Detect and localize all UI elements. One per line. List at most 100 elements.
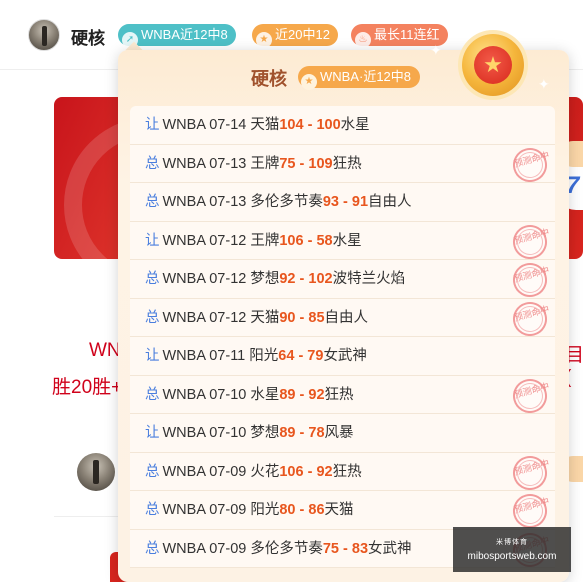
hit-stamp-icon: 预测命中	[509, 491, 551, 529]
home-team: 天猫	[250, 117, 280, 133]
hit-stamp-icon: 预测命中	[509, 452, 551, 491]
bet-type: 让	[145, 117, 160, 133]
popup-tag: ★ WNBA·近12中8	[298, 66, 421, 90]
sparkle-icon: ✦	[430, 42, 442, 58]
medal-icon: ★	[462, 34, 524, 96]
tag-label: 近20中12	[275, 27, 330, 42]
list-item[interactable]: 让 WNBA 07-11 阳光64 - 79女武神	[130, 337, 555, 376]
bet-type: 总	[145, 540, 160, 557]
list-item[interactable]: 让 WNBA 07-10 梦想89 - 78风暴	[130, 414, 555, 453]
home-team: 王牌	[250, 155, 280, 172]
home-team: 梦想	[250, 271, 280, 287]
tag-label: WNBA近12中8	[141, 27, 228, 42]
home-team: 梦想	[250, 425, 280, 441]
list-item[interactable]: 总 WNBA 07-09 火花106 - 92狂热 预测命中	[130, 452, 555, 491]
bet-type: 总	[145, 309, 160, 326]
tag-recent-20[interactable]: ★ 近20中12	[252, 24, 338, 48]
list-item[interactable]: 总 WNBA 07-12 梦想92 - 102波特兰火焰 预测命中	[130, 260, 555, 299]
match-score: 92 - 102	[279, 271, 333, 287]
home-team: 王牌	[250, 232, 280, 249]
home-team: 水星	[250, 386, 280, 403]
popup-title: 硬核	[251, 69, 287, 89]
away-team: 风暴	[324, 425, 354, 441]
away-team: 天猫	[324, 502, 354, 518]
list-item[interactable]: 总 WNBA 07-13 多伦多节奏93 - 91自由人	[130, 183, 555, 222]
watermark-line2: mibosportsweb.com	[467, 551, 557, 562]
match-score: 75 - 83	[322, 540, 369, 557]
match-score: 89 - 92	[279, 386, 325, 403]
hit-stamp-icon: 预测命中	[509, 260, 551, 298]
home-team: 阳光	[249, 348, 279, 364]
record-popup: 硬核 ★ WNBA·近12中8 ★ ✦ ✦ 让 WNBA 07-14 天猫104 -…	[118, 34, 569, 582]
match-score: 64 - 79	[278, 348, 324, 364]
match-date: 07-10	[209, 386, 247, 403]
star-icon: ★	[256, 32, 272, 48]
list-item[interactable]: 总 WNBA 07-09 阳光80 - 86天猫 预测命中	[130, 491, 555, 530]
home-team: 火花	[250, 463, 280, 480]
home-team: 多伦多节奏	[250, 540, 323, 557]
tag-label: 最长11连红	[374, 27, 440, 42]
sparkle-icon: ✦	[538, 76, 550, 92]
list-item[interactable]: 让 WNBA 07-14 天猫104 - 100水星	[130, 106, 555, 145]
bet-type: 总	[145, 386, 160, 403]
match-score: 80 - 86	[279, 502, 325, 518]
bet-type: 总	[145, 463, 160, 480]
bet-type: 总	[145, 155, 160, 172]
hit-stamp-icon: 预测命中	[509, 221, 551, 260]
away-team: 狂热	[332, 155, 362, 172]
prediction-list: 让 WNBA 07-14 天猫104 - 100水星总 WNBA 07-13 王牌7…	[130, 106, 555, 568]
league: WNBA	[162, 463, 206, 480]
league: WNBA	[162, 502, 206, 518]
match-score: 106 - 58	[279, 232, 333, 249]
away-team: 自由人	[368, 194, 412, 210]
away-team: 水星	[340, 117, 370, 133]
match-date: 07-12	[209, 271, 247, 287]
bet-type: 总	[145, 194, 160, 210]
home-team: 多伦多节奏	[250, 194, 323, 210]
bet-type: 总	[145, 271, 160, 287]
match-date: 07-11	[209, 348, 246, 364]
away-team: 波特兰火焰	[332, 271, 406, 287]
star-icon: ★	[301, 74, 317, 90]
league: WNBA	[162, 386, 206, 403]
league: WNBA	[162, 309, 206, 326]
username[interactable]: 硬核	[71, 24, 105, 49]
away-team: 女武神	[323, 348, 367, 364]
bet-type: 让	[145, 232, 160, 249]
match-score: 90 - 85	[279, 309, 325, 326]
avatar[interactable]	[77, 453, 115, 491]
match-score: 106 - 92	[279, 463, 333, 480]
list-item[interactable]: 总 WNBA 07-13 王牌75 - 109狂热 预测命中	[130, 144, 555, 183]
match-date: 07-09	[209, 502, 247, 518]
league: WNBA	[162, 540, 206, 557]
list-item[interactable]: 总 WNBA 07-12 天猫90 - 85自由人 预测命中	[130, 298, 555, 337]
hit-stamp-icon: 预测命中	[509, 375, 551, 414]
home-team: 天猫	[250, 309, 280, 326]
divider	[54, 516, 124, 517]
bet-type: 总	[145, 502, 160, 518]
hit-stamp-icon: 预测命中	[509, 144, 551, 183]
bet-type: 让	[145, 348, 160, 364]
list-item[interactable]: 让 WNBA 07-12 王牌106 - 58水星 预测命中	[130, 221, 555, 260]
match-date: 07-13	[209, 155, 247, 172]
away-team: 女武神	[368, 540, 412, 557]
popup-tag-label: WNBA·近12中8	[320, 69, 412, 84]
list-item[interactable]: 总 WNBA 07-10 水星89 - 92狂热 预测命中	[130, 375, 555, 414]
league: WNBA	[162, 232, 206, 249]
away-team: 狂热	[324, 386, 354, 403]
match-date: 07-12	[209, 309, 247, 326]
match-score: 104 - 100	[279, 117, 341, 133]
away-team: 狂热	[332, 463, 362, 480]
watermark: 米博体育 mibosportsweb.com	[453, 527, 571, 572]
hit-stamp-icon: 预测命中	[509, 298, 551, 337]
home-team: 阳光	[250, 502, 280, 518]
avatar[interactable]	[28, 19, 60, 51]
match-date: 07-14	[209, 117, 247, 133]
away-team: 自由人	[324, 309, 369, 326]
match-date: 07-13	[209, 194, 247, 210]
article-title-fragment[interactable]: WN	[89, 340, 121, 362]
bet-type: 让	[145, 425, 160, 441]
league: WNBA	[162, 348, 206, 364]
article-subtitle-fragment[interactable]: 胜20胜+	[52, 372, 122, 399]
watermark-line1: 米博体育	[496, 539, 528, 546]
